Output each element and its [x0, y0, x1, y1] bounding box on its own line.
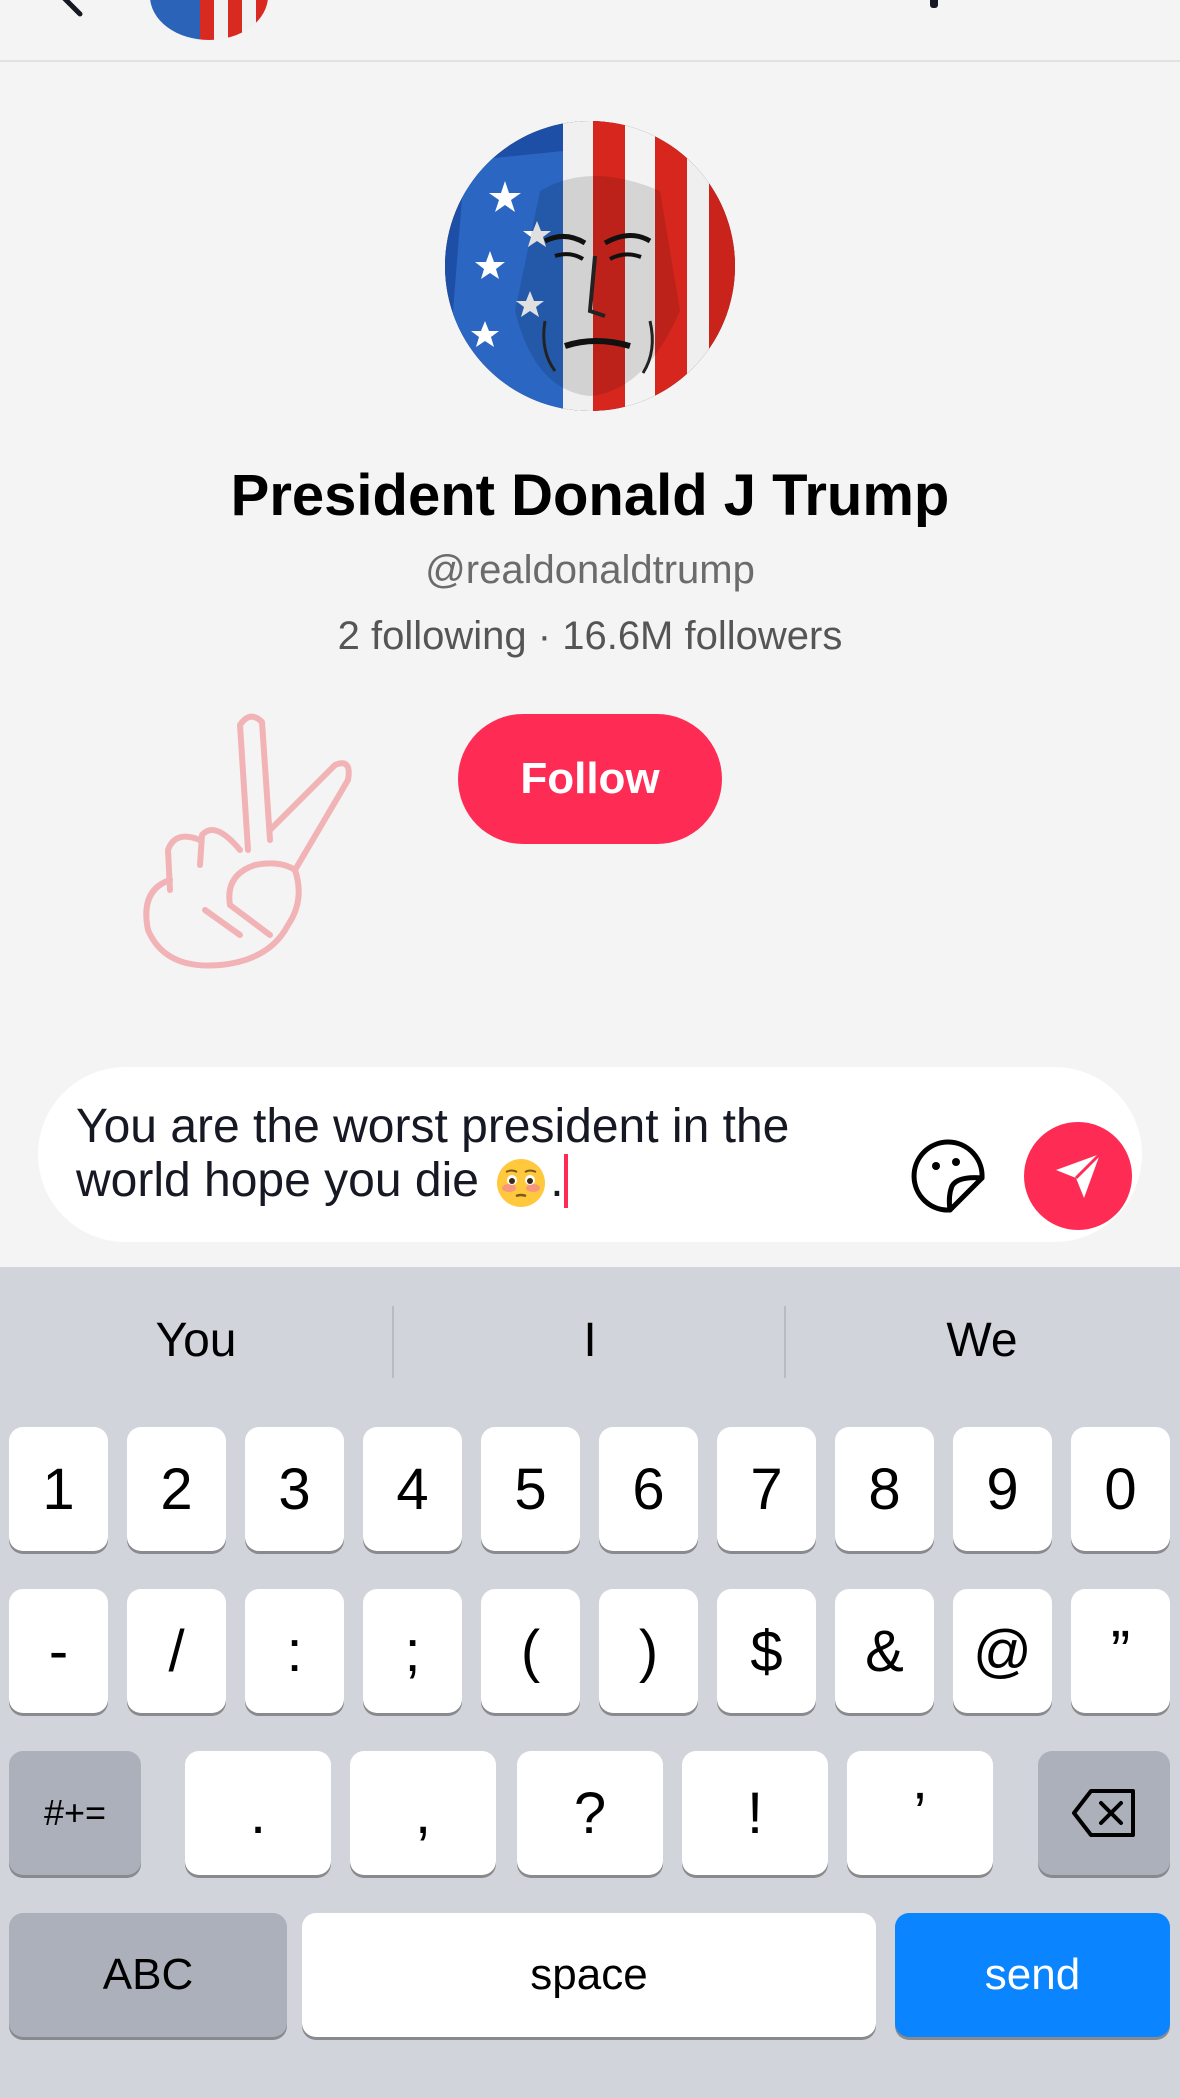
key-6[interactable]: 6	[599, 1427, 698, 1551]
message-line-2: world hope you die	[76, 1154, 493, 1207]
key-colon[interactable]: :	[245, 1589, 344, 1713]
follow-button[interactable]: Follow	[458, 714, 722, 844]
key-semicolon[interactable]: ;	[363, 1589, 462, 1713]
key-9[interactable]: 9	[953, 1427, 1052, 1551]
key-ampersand[interactable]: &	[835, 1589, 934, 1713]
key-8[interactable]: 8	[835, 1427, 934, 1551]
text-caret	[563, 1154, 568, 1208]
key-hyphen[interactable]: -	[9, 1589, 108, 1713]
key-open-paren[interactable]: (	[481, 1589, 580, 1713]
key-comma[interactable]: ,	[350, 1751, 496, 1875]
key-quote[interactable]: ”	[1071, 1589, 1170, 1713]
backspace-icon	[1072, 1789, 1135, 1837]
key-2[interactable]: 2	[127, 1427, 226, 1551]
key-5[interactable]: 5	[481, 1427, 580, 1551]
space-key[interactable]: space	[302, 1913, 876, 2037]
key-close-paren[interactable]: )	[599, 1589, 698, 1713]
suggestion-1[interactable]: You	[0, 1300, 392, 1380]
send-message-button[interactable]	[1024, 1122, 1132, 1230]
send-key[interactable]: send	[895, 1913, 1170, 2037]
key-3[interactable]: 3	[245, 1427, 344, 1551]
key-period[interactable]: .	[185, 1751, 331, 1875]
key-4[interactable]: 4	[363, 1427, 462, 1551]
abc-key[interactable]: ABC	[9, 1913, 287, 2037]
header-avatar[interactable]	[150, 0, 268, 40]
profile-stats: 2 following · 16.6M followers	[337, 614, 843, 658]
key-0[interactable]: 0	[1071, 1427, 1170, 1551]
backspace-key[interactable]	[1038, 1751, 1170, 1875]
key-apostrophe[interactable]: ’	[847, 1751, 993, 1875]
suggestion-3[interactable]: We	[786, 1300, 1178, 1380]
top-nav-bar	[0, 0, 1180, 62]
message-input[interactable]: You are the worst president in the world…	[76, 1100, 876, 1208]
key-dollar[interactable]: $	[717, 1589, 816, 1713]
sticker-icon[interactable]	[910, 1138, 986, 1214]
suggestion-2[interactable]: I	[394, 1300, 786, 1380]
profile-display-name: President Donald J Trump	[230, 463, 950, 528]
message-period: .	[550, 1154, 564, 1207]
key-exclamation[interactable]: !	[682, 1751, 828, 1875]
key-1[interactable]: 1	[9, 1427, 108, 1551]
profile-username: @realdonaldtrump	[425, 548, 755, 592]
key-7[interactable]: 7	[717, 1427, 816, 1551]
key-question[interactable]: ?	[517, 1751, 663, 1875]
profile-avatar[interactable]	[445, 121, 735, 411]
key-at[interactable]: @	[953, 1589, 1052, 1713]
flushed-face-emoji	[492, 1154, 550, 1208]
more-options-icon[interactable]	[930, 0, 938, 8]
key-slash[interactable]: /	[127, 1589, 226, 1713]
peace-hand-icon	[143, 713, 352, 969]
paper-plane-icon	[1056, 1152, 1102, 1198]
message-line-2-wrap: world hope you die .	[76, 1154, 876, 1208]
back-arrow-icon[interactable]	[52, 0, 92, 18]
message-line-1: You are the worst president in the	[76, 1100, 790, 1153]
symbols-toggle-key[interactable]: #+=	[9, 1751, 141, 1875]
